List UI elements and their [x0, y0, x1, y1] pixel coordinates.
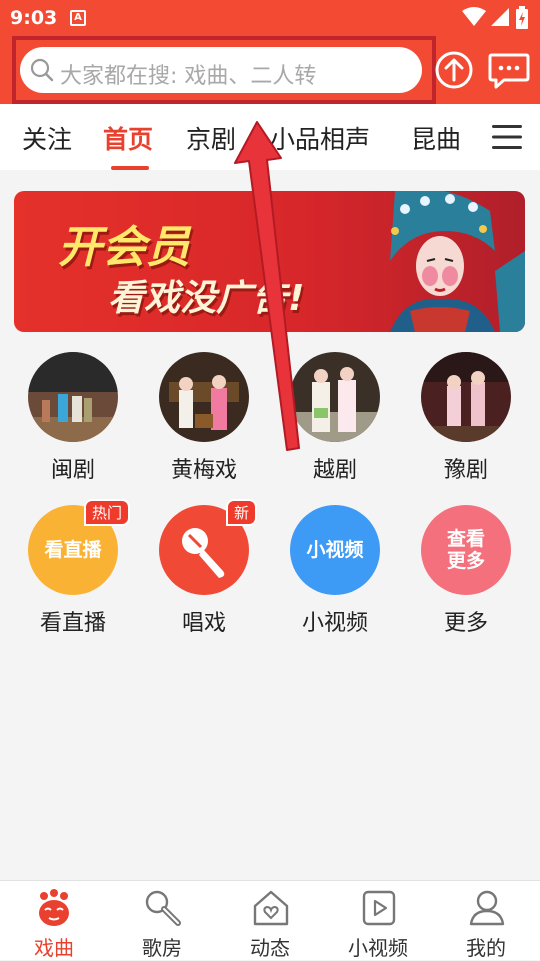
- category-tabs: 关注 首页 京剧 小品相声 昆曲: [0, 104, 540, 170]
- nav-opera[interactable]: 戏曲: [0, 881, 108, 961]
- tab-peking-opera[interactable]: 京剧: [186, 120, 236, 156]
- more-icon: 查看更多: [421, 505, 511, 595]
- nav-short-video[interactable]: 小视频: [324, 881, 432, 961]
- status-time: 9:03: [10, 7, 58, 29]
- feature-label: 唱戏: [181, 611, 226, 636]
- feature-more[interactable]: 查看更多 更多: [411, 505, 521, 637]
- banner-headline: 开会员: [58, 222, 190, 273]
- category-yue-opera[interactable]: 越剧: [280, 352, 390, 484]
- banner-subline: 看戏没广告!: [108, 278, 305, 319]
- status-bar: 9:03 A: [0, 0, 540, 36]
- live-icon: 看直播 热门: [28, 499, 130, 595]
- tab-sketch-crosstalk[interactable]: 小品相声: [270, 120, 370, 156]
- menu-icon[interactable]: [492, 124, 522, 150]
- feature-sing[interactable]: 新 唱戏: [149, 499, 259, 637]
- new-badge: 新: [225, 499, 257, 526]
- nav-label: 戏曲: [34, 936, 74, 960]
- hot-badge: 热门: [83, 499, 130, 526]
- category-yu-opera[interactable]: 豫剧: [411, 352, 521, 484]
- notification-icon: A: [70, 10, 86, 26]
- active-tab-indicator: [111, 166, 149, 170]
- app-header: 9:03 A 大家都在搜: 戏曲、二人转: [0, 0, 540, 104]
- opera-performer-image: [390, 191, 525, 332]
- opera-mask-icon: [39, 889, 69, 926]
- battery-icon: [516, 6, 528, 29]
- bottom-navigation: 戏曲 歌房 动态 小视频 我的: [0, 880, 540, 960]
- nav-label: 动态: [250, 936, 290, 960]
- feature-label: 更多: [443, 611, 488, 636]
- feature-short-video[interactable]: 小视频 小视频: [280, 505, 390, 637]
- vip-promo-banner[interactable]: 开会员 看戏没广告!: [14, 191, 525, 332]
- microphone-icon: [145, 890, 181, 926]
- feature-live[interactable]: 看直播 热门 看直播: [18, 499, 130, 637]
- yue-opera-photo: [290, 352, 380, 442]
- nav-karaoke[interactable]: 歌房: [108, 881, 216, 961]
- more-circle-text: 查看更多: [446, 528, 485, 572]
- category-label: 闽剧: [50, 458, 95, 483]
- wifi-icon: [462, 7, 486, 26]
- message-icon[interactable]: [488, 52, 530, 90]
- nav-label: 我的: [466, 936, 506, 960]
- huangmei-opera-photo: [159, 352, 249, 442]
- play-icon: [362, 890, 396, 926]
- category-huangmei-opera[interactable]: 黄梅戏: [149, 352, 259, 484]
- nav-feed[interactable]: 动态: [216, 881, 324, 961]
- short-video-icon: 小视频: [290, 505, 380, 595]
- annotation-highlight-box: [12, 36, 436, 104]
- category-label: 豫剧: [443, 458, 488, 483]
- category-label: 越剧: [312, 458, 357, 483]
- person-icon: [469, 890, 505, 926]
- signal-icon: [491, 8, 509, 26]
- nav-label: 歌房: [142, 936, 182, 960]
- tab-follow[interactable]: 关注: [22, 120, 72, 156]
- tab-kunqu[interactable]: 昆曲: [411, 120, 461, 156]
- home-heart-icon: [253, 890, 289, 926]
- short-video-circle-text: 小视频: [306, 539, 364, 561]
- category-min-opera[interactable]: 闽剧: [18, 352, 128, 484]
- nav-profile[interactable]: 我的: [432, 881, 540, 961]
- feature-label: 小视频: [301, 611, 368, 636]
- feature-label: 看直播: [39, 611, 106, 636]
- nav-label: 小视频: [348, 936, 408, 960]
- tab-home[interactable]: 首页: [103, 120, 153, 156]
- yu-opera-photo: [421, 352, 511, 442]
- upload-icon[interactable]: [434, 50, 474, 90]
- category-label: 黄梅戏: [170, 458, 237, 483]
- min-opera-photo: [28, 352, 118, 442]
- microphone-icon: 新: [159, 499, 257, 595]
